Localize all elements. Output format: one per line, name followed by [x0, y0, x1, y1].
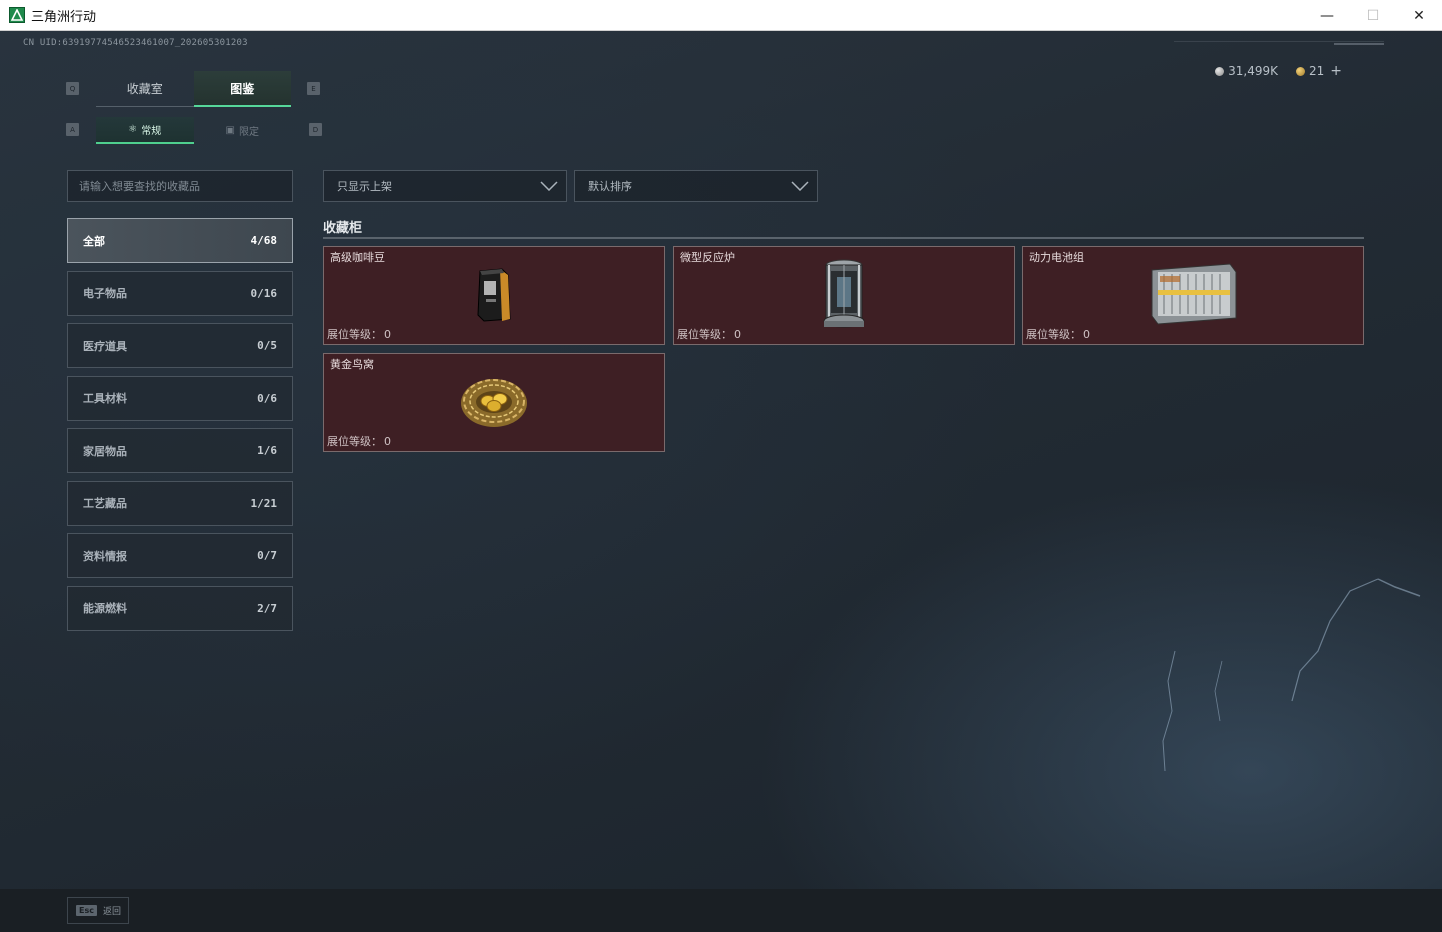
section-divider — [323, 237, 1364, 239]
gold-coin-icon — [1295, 67, 1305, 76]
category-all[interactable]: 全部 4/68 — [67, 218, 293, 263]
item-card[interactable]: 黄金鸟窝 展位等级： 0 — [323, 353, 665, 452]
currency-display: 31,499K 21 + — [1215, 63, 1342, 79]
window-title: 三角洲行动 — [31, 9, 97, 25]
silver-coin-icon — [1215, 67, 1225, 76]
item-card[interactable]: 高级咖啡豆 展位等级： 0 — [323, 246, 665, 345]
chevron-down-icon — [540, 181, 558, 191]
gold-currency: 21 + — [1295, 63, 1342, 79]
category-intel[interactable]: 资料情报 0/7 — [67, 533, 293, 578]
key-hint-a: A — [66, 123, 79, 136]
category-medical[interactable]: 医疗道具 0/5 — [67, 323, 293, 368]
back-button[interactable]: Esc 返回 — [67, 897, 129, 924]
display-filter-dropdown[interactable]: 只显示上架 — [323, 170, 567, 202]
reactor-icon — [815, 257, 873, 335]
category-list: 全部 4/68 电子物品 0/16 医疗道具 0/5 工具材料 0/6 家居物品… — [67, 218, 293, 638]
top-divider-accent — [1334, 43, 1384, 45]
close-button[interactable]: ✕ — [1396, 0, 1442, 31]
golden-nest-icon — [458, 371, 530, 435]
window-titlebar: 三角洲行动 — ☐ ✕ — [0, 0, 1442, 31]
section-title: 收藏柜 — [323, 221, 363, 236]
battery-pack-icon — [1148, 260, 1238, 332]
key-hint-q: Q — [66, 82, 79, 95]
sub-tabs: ⚛ 常规 ▣ 限定 — [96, 117, 291, 144]
silver-currency: 31,499K — [1215, 64, 1278, 78]
item-level: 展位等级： 0 — [677, 328, 741, 341]
category-electronics[interactable]: 电子物品 0/16 — [67, 270, 293, 316]
category-household[interactable]: 家居物品 1/6 — [67, 428, 293, 473]
footer-bar: Esc 返回 — [0, 889, 1442, 932]
item-name: 微型反应炉 — [680, 251, 735, 264]
item-name: 黄金鸟窝 — [330, 358, 374, 371]
top-divider — [1174, 41, 1384, 42]
sort-dropdown[interactable]: 默认排序 — [574, 170, 818, 202]
game-screen: CN UID:63919774546523461007_202605301203… — [0, 31, 1442, 889]
tab-regular[interactable]: ⚛ 常规 — [96, 117, 194, 144]
item-level: 展位等级： 0 — [327, 328, 391, 341]
limited-icon: ▣ — [225, 125, 235, 136]
search-box — [67, 170, 293, 202]
item-level: 展位等级： 0 — [327, 435, 391, 448]
item-name: 动力电池组 — [1029, 251, 1084, 264]
key-hint-e: E — [307, 82, 320, 95]
item-card[interactable]: 微型反应炉 展位等级： 0 — [673, 246, 1015, 345]
key-hint-d: D — [309, 123, 322, 136]
item-level: 展位等级： 0 — [1026, 328, 1090, 341]
regular-icon: ⚛ — [128, 124, 138, 135]
search-input[interactable] — [68, 171, 292, 201]
window-controls: — ☐ ✕ — [1304, 0, 1442, 31]
minimize-button[interactable]: — — [1304, 0, 1350, 31]
category-crafts[interactable]: 工艺藏品 1/21 — [67, 480, 293, 526]
tab-collection-room[interactable]: 收藏室 — [96, 71, 194, 107]
tab-limited[interactable]: ▣ 限定 — [194, 117, 292, 144]
item-name: 高级咖啡豆 — [330, 251, 385, 264]
add-currency-button[interactable]: + — [1330, 63, 1342, 79]
chevron-down-icon — [791, 181, 809, 191]
category-energy[interactable]: 能源燃料 2/7 — [67, 585, 293, 631]
app-logo-icon — [9, 7, 25, 23]
maximize-button[interactable]: ☐ — [1350, 0, 1396, 31]
category-tools[interactable]: 工具材料 0/6 — [67, 375, 293, 421]
item-card[interactable]: 动力电池组 展位等级： 0 — [1022, 246, 1364, 345]
tab-codex[interactable]: 图鉴 — [193, 71, 291, 107]
back-label: 返回 — [102, 907, 121, 917]
esc-key-hint: Esc — [76, 905, 97, 916]
coffee-bag-icon — [472, 265, 516, 327]
user-uid: CN UID:63919774546523461007_202605301203 — [23, 38, 248, 48]
main-tabs: 收藏室 图鉴 — [96, 71, 291, 107]
